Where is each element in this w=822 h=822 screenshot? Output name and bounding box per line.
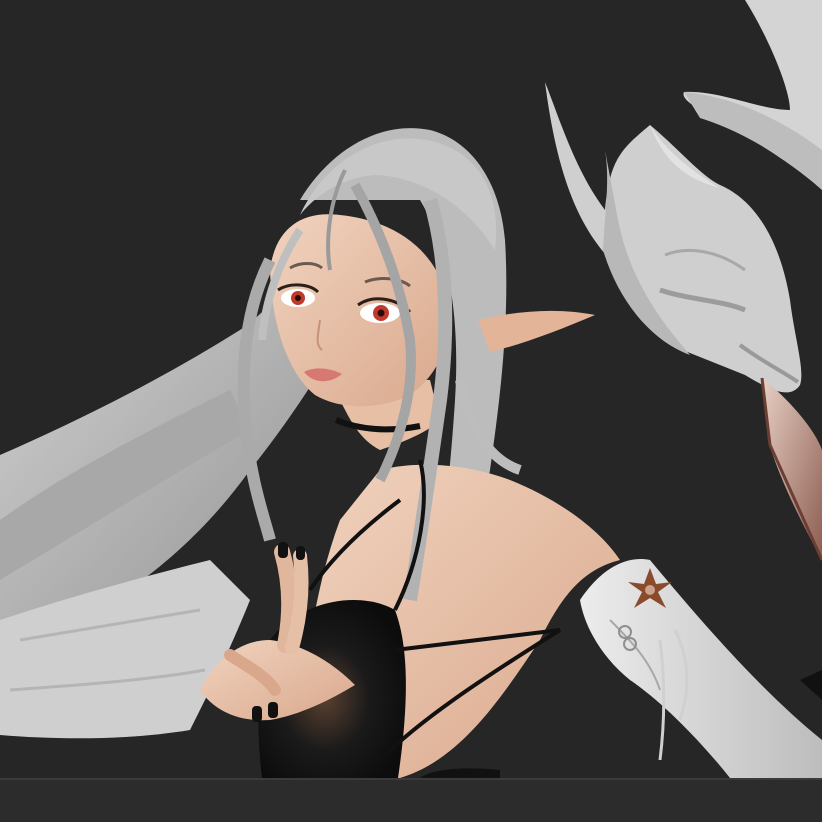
viewport-render [0,0,822,822]
sculpt-render-image [0,0,822,822]
bottom-bar [0,778,822,822]
